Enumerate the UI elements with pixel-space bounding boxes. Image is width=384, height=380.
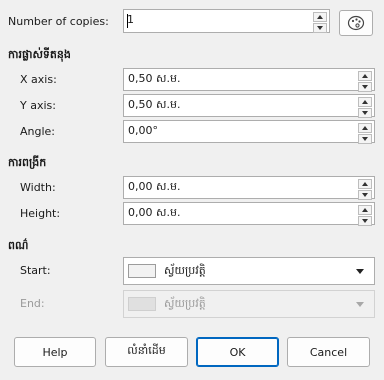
reset-button[interactable]: លំនាំដើម — [105, 337, 188, 367]
x-axis-label: X axis: — [20, 73, 57, 86]
arrow-down-icon — [317, 26, 323, 30]
arrow-up-icon — [362, 182, 368, 186]
height-value: 0,00 ស.ម. — [128, 206, 181, 219]
width-value: 0,00 ស.ម. — [128, 180, 181, 193]
x-axis-increment-button[interactable] — [358, 71, 372, 81]
y-axis-increment-button[interactable] — [358, 97, 372, 107]
end-color-label: End: — [20, 297, 45, 310]
start-color-value: ស្វ័យប្រវត្តិ — [164, 264, 206, 277]
placement-header: ការផ្លាស់ទីតនុង — [8, 48, 71, 61]
palette-icon — [347, 15, 365, 31]
start-color-swatch — [128, 264, 156, 278]
arrow-up-icon — [362, 74, 368, 78]
help-button[interactable]: Help — [14, 337, 96, 367]
copies-decrement-button[interactable] — [313, 23, 327, 33]
width-label: Width: — [20, 181, 56, 194]
arrow-up-icon — [317, 15, 323, 19]
arrow-up-icon — [362, 208, 368, 212]
x-axis-spinbox[interactable]: 0,50 ស.ម. — [123, 68, 375, 92]
width-decrement-button[interactable] — [358, 190, 372, 200]
end-color-value: ស្វ័យប្រវត្តិ — [164, 297, 206, 310]
start-color-dropdown[interactable]: ស្វ័យប្រវត្តិ — [123, 257, 375, 285]
y-axis-label: Y axis: — [20, 99, 56, 112]
width-spinbox[interactable]: 0,00 ស.ម. — [123, 176, 375, 200]
angle-spinbox[interactable]: 0,00° — [123, 120, 375, 144]
end-color-dropdown: ស្វ័យប្រវត្តិ — [123, 290, 375, 318]
colors-header: ពណ៌ — [8, 239, 29, 252]
chevron-down-icon — [356, 269, 364, 274]
y-axis-decrement-button[interactable] — [358, 108, 372, 118]
copies-label: Number of copies: — [8, 15, 109, 28]
angle-increment-button[interactable] — [358, 123, 372, 133]
height-label: Height: — [20, 207, 61, 220]
copies-value: 1 — [127, 13, 134, 26]
enlargement-header: ការពង្រីក — [8, 156, 47, 169]
y-axis-value: 0,50 ស.ម. — [128, 98, 181, 111]
angle-value: 0,00° — [128, 124, 158, 137]
arrow-up-icon — [362, 100, 368, 104]
arrow-down-icon — [362, 219, 368, 223]
start-color-label: Start: — [20, 264, 51, 277]
arrow-down-icon — [362, 111, 368, 115]
x-axis-value: 0,50 ស.ម. — [128, 72, 181, 85]
end-color-swatch — [128, 297, 156, 311]
arrow-up-icon — [362, 126, 368, 130]
ok-button[interactable]: OK — [196, 337, 279, 367]
arrow-down-icon — [362, 193, 368, 197]
angle-decrement-button[interactable] — [358, 134, 372, 144]
height-increment-button[interactable] — [358, 205, 372, 215]
copies-spinbox[interactable]: 1 — [123, 9, 330, 33]
copies-increment-button[interactable] — [313, 12, 327, 22]
height-spinbox[interactable]: 0,00 ស.ម. — [123, 202, 375, 226]
x-axis-decrement-button[interactable] — [358, 82, 372, 92]
y-axis-spinbox[interactable]: 0,50 ស.ម. — [123, 94, 375, 118]
chevron-down-icon — [356, 302, 364, 307]
width-increment-button[interactable] — [358, 179, 372, 189]
height-decrement-button[interactable] — [358, 216, 372, 226]
arrow-down-icon — [362, 85, 368, 89]
text-cursor — [127, 14, 128, 28]
cancel-button[interactable]: Cancel — [287, 337, 370, 367]
values-from-selection-button[interactable] — [339, 10, 373, 36]
angle-label: Angle: — [20, 125, 56, 138]
arrow-down-icon — [362, 137, 368, 141]
